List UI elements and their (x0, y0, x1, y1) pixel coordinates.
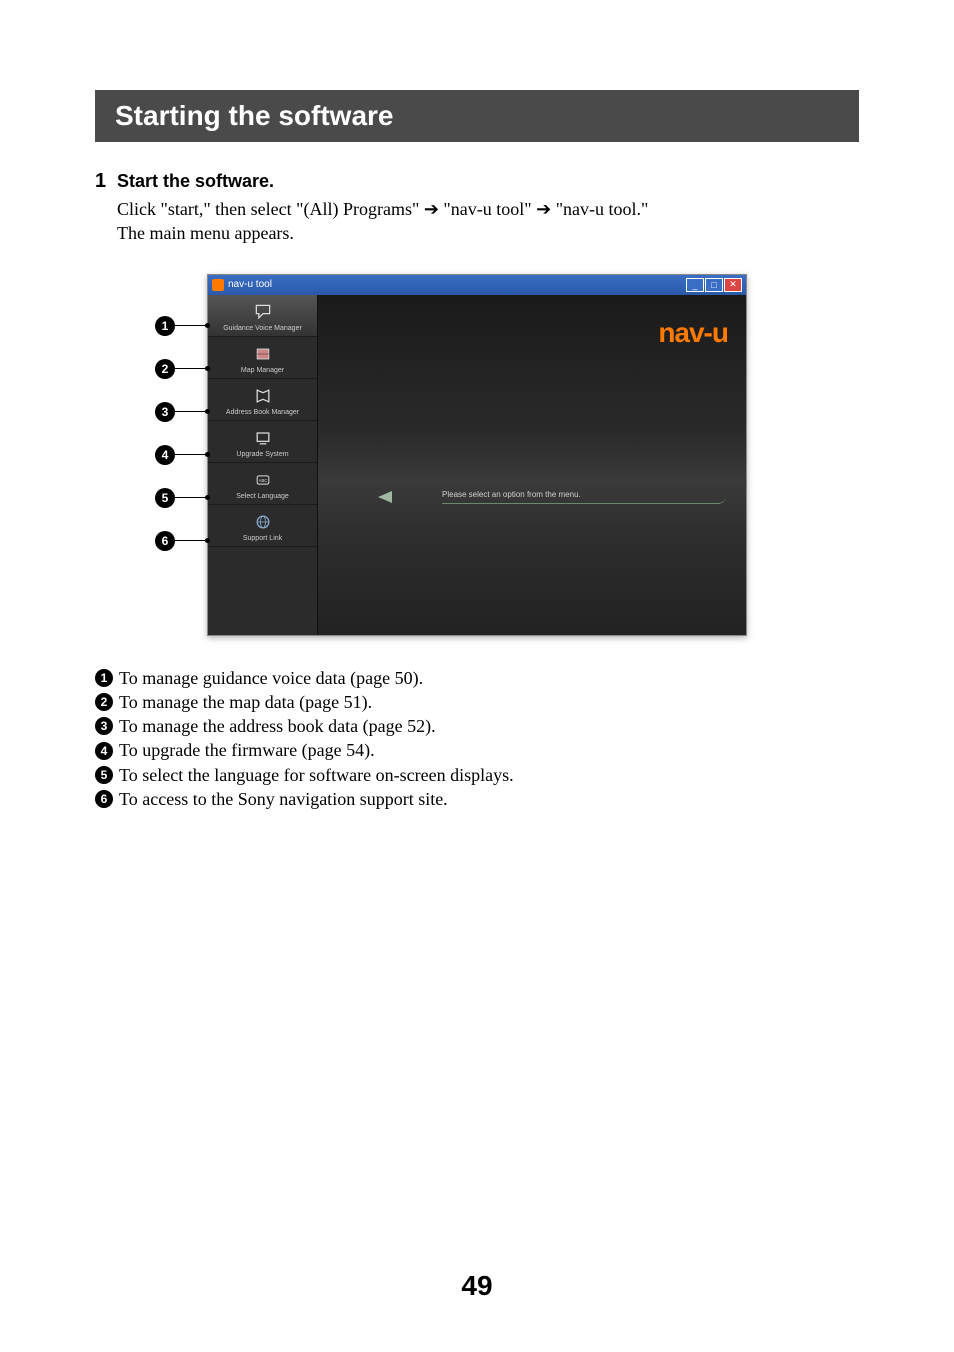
prompt-text: Please select an option from the menu. (442, 490, 726, 504)
legend-text: To manage guidance voice data (page 50). (119, 666, 423, 690)
menu-label: Address Book Manager (212, 409, 313, 416)
arrow-icon: ➔ (536, 199, 551, 219)
screenshot: 1 2 3 4 5 6 (207, 274, 747, 636)
menu-label: Upgrade System (212, 451, 313, 458)
legend-item-3: 3 To manage the address book data (page … (95, 714, 859, 738)
menu-label: Map Manager (212, 367, 313, 374)
legend-badge: 4 (95, 742, 113, 760)
minimize-button[interactable]: _ (686, 278, 704, 292)
brand-logo: nav-u (658, 317, 728, 349)
callout-line (175, 411, 207, 412)
menu-map-manager[interactable]: Map Manager (208, 337, 317, 379)
menu-label: Select Language (212, 493, 313, 500)
map-icon (212, 343, 313, 365)
legend-text: To access to the Sony navigation support… (119, 787, 448, 811)
callout-line (175, 540, 207, 541)
menu-address-book[interactable]: Address Book Manager (208, 379, 317, 421)
close-button[interactable]: ✕ (724, 278, 742, 292)
callout-badge: 6 (155, 531, 175, 551)
step-text-c: "nav-u tool." (551, 199, 648, 219)
legend-badge: 6 (95, 790, 113, 808)
callout-3: 3 (155, 402, 207, 422)
callout-1: 1 (155, 316, 207, 336)
legend-badge: 3 (95, 717, 113, 735)
callout-line (175, 368, 207, 369)
step-text-b: "nav-u tool" (439, 199, 536, 219)
sidebar: Guidance Voice Manager Map Manager (208, 295, 318, 635)
menu-guidance-voice[interactable]: Guidance Voice Manager (208, 295, 317, 337)
menu-support-link[interactable]: Support Link (208, 505, 317, 547)
book-icon (212, 385, 313, 407)
section-heading: Starting the software (95, 90, 859, 142)
step-body: Click "start," then select "(All) Progra… (117, 197, 859, 246)
app-icon (212, 279, 224, 291)
app-window: nav-u tool _ □ ✕ Guidance Vo (207, 274, 747, 636)
legend-item-5: 5 To select the language for software on… (95, 763, 859, 787)
page-number: 49 (0, 1270, 954, 1302)
legend-text: To upgrade the firmware (page 54). (119, 738, 375, 762)
svg-text:ABC: ABC (258, 478, 267, 483)
callout-line (175, 325, 207, 326)
prompt-arrow-icon (378, 491, 392, 503)
callout-6: 6 (155, 531, 207, 551)
menu-label: Support Link (212, 535, 313, 542)
globe-icon (212, 511, 313, 533)
step-title: Start the software. (117, 171, 274, 192)
step-number: 1 (95, 170, 117, 193)
legend-item-2: 2 To manage the map data (page 51). (95, 690, 859, 714)
legend-badge: 5 (95, 766, 113, 784)
arrow-icon: ➔ (424, 199, 439, 219)
legend-text: To select the language for software on-s… (119, 763, 514, 787)
step-line2: The main menu appears. (117, 223, 294, 243)
legend-badge: 1 (95, 669, 113, 687)
speech-bubble-icon (212, 301, 313, 323)
main-pane: nav-u Please select an option from the m… (318, 295, 746, 635)
abc-icon: ABC (212, 469, 313, 491)
legend-text: To manage the map data (page 51). (119, 690, 372, 714)
legend-item-1: 1 To manage guidance voice data (page 50… (95, 666, 859, 690)
legend-text: To manage the address book data (page 52… (119, 714, 436, 738)
maximize-button[interactable]: □ (705, 278, 723, 292)
window-title: nav-u tool (228, 279, 272, 290)
legend-badge: 2 (95, 693, 113, 711)
legend-item-6: 6 To access to the Sony navigation suppo… (95, 787, 859, 811)
callout-badge: 3 (155, 402, 175, 422)
monitor-icon (212, 427, 313, 449)
legend-item-4: 4 To upgrade the firmware (page 54). (95, 738, 859, 762)
callout-5: 5 (155, 488, 207, 508)
menu-select-language[interactable]: ABC Select Language (208, 463, 317, 505)
titlebar: nav-u tool _ □ ✕ (208, 275, 746, 295)
menu-upgrade-system[interactable]: Upgrade System (208, 421, 317, 463)
callout-4: 4 (155, 445, 207, 465)
legend: 1 To manage guidance voice data (page 50… (95, 666, 859, 812)
callout-badge: 1 (155, 316, 175, 336)
callout-line (175, 497, 207, 498)
callout-line (175, 454, 207, 455)
step-row: 1 Start the software. (95, 170, 859, 193)
step-text-a: Click "start," then select "(All) Progra… (117, 199, 424, 219)
callout-2: 2 (155, 359, 207, 379)
callout-badge: 2 (155, 359, 175, 379)
callout-badge: 4 (155, 445, 175, 465)
callout-badge: 5 (155, 488, 175, 508)
menu-label: Guidance Voice Manager (212, 325, 313, 332)
